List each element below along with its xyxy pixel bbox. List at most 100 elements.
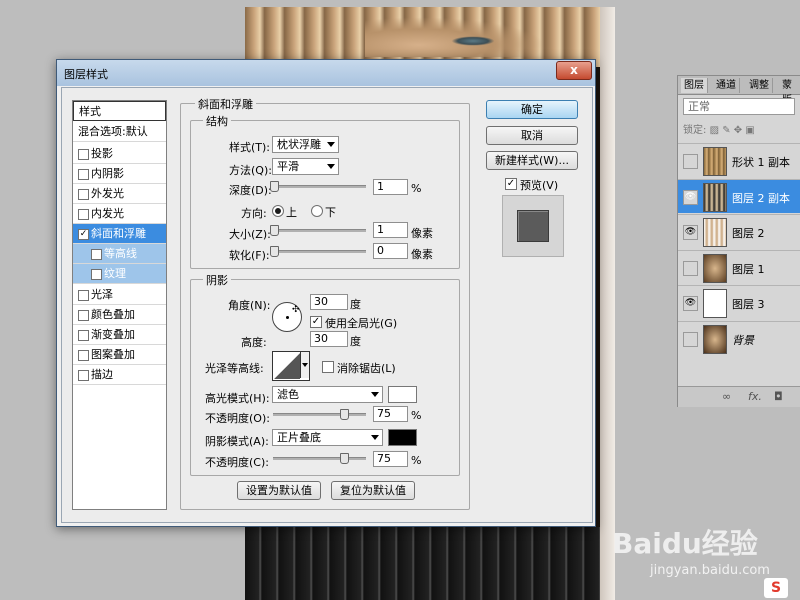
style-item-bevel-emboss[interactable]: ✓ 斜面和浮雕 [73,224,166,244]
checkbox[interactable] [91,269,102,280]
size-slider-track[interactable] [273,229,366,232]
close-button[interactable]: x [556,61,592,80]
highlight-color-swatch[interactable] [388,386,417,403]
style-item-pattern-overlay[interactable]: 图案叠加 [73,345,166,365]
altitude-input[interactable]: 30 [310,331,348,347]
size-slider-thumb[interactable] [270,225,279,236]
tab-layers[interactable]: 图层 [681,78,708,93]
style-item-color-overlay[interactable]: 颜色叠加 [73,305,166,325]
style-item-inner-shadow[interactable]: 内阴影 [73,164,166,184]
technique-select[interactable]: 平滑 [272,158,339,175]
shadow-opacity-input[interactable]: 75 [373,451,408,467]
cancel-button[interactable]: 取消 [486,126,578,145]
checkbox[interactable] [78,169,89,180]
highlight-opacity-track[interactable] [273,413,366,416]
preview-checkbox[interactable]: ✓ [505,178,517,190]
angle-dial[interactable]: ✣ [272,302,302,332]
visibility-toggle[interactable] [683,261,698,276]
eye-icon[interactable]: 👁 [683,296,698,311]
gloss-contour-picker[interactable] [272,351,310,381]
checkbox[interactable] [78,370,89,381]
checkbox[interactable] [78,330,89,341]
gloss-contour-label: 光泽等高线: [205,362,264,375]
layer-row[interactable]: 形状 1 副本 [678,143,800,177]
layer-blend-mode-select[interactable]: 正常 [683,98,795,115]
brush-icon[interactable]: ✎ [722,125,730,136]
global-light-checkbox[interactable]: ✓ [310,316,322,328]
antialias-checkbox[interactable] [322,361,334,373]
visibility-toggle[interactable] [683,154,698,169]
move-icon[interactable]: ✥ [734,125,742,136]
new-style-button[interactable]: 新建样式(W)... [486,151,578,170]
style-item-contour[interactable]: 等高线 [73,244,166,264]
direction-up-radio[interactable] [272,205,284,217]
dialog-title: 图层样式 [64,68,108,81]
tab-adjustments[interactable]: 调整 [746,78,773,93]
mask-icon[interactable]: ◘ [774,390,783,403]
size-label: 大小(Z): [229,228,271,241]
blend-options-item[interactable]: 混合选项:默认 [73,122,166,142]
layer-row[interactable]: 👁 图层 2 [678,214,800,248]
styles-list: 样式 混合选项:默认 投影 内阴影 外发光 内发光 ✓ 斜面和浮雕 等高线 纹理 … [72,100,167,510]
style-item-drop-shadow[interactable]: 投影 [73,144,166,164]
tab-masks[interactable]: 蒙版 [779,78,800,106]
altitude-label: 高度: [241,336,267,349]
fx-icon[interactable]: fx. [748,390,762,403]
highlight-mode-select[interactable]: 滤色 [272,386,383,403]
depth-slider-thumb[interactable] [270,181,279,192]
eye-icon[interactable]: 👁 [683,225,698,240]
layer-row[interactable]: 👁 图层 3 [678,285,800,319]
style-item-stroke[interactable]: 描边 [73,365,166,385]
layer-row[interactable]: 背景 [678,321,800,355]
soften-slider-thumb[interactable] [270,246,279,257]
highlight-opacity-input[interactable]: 75 [373,406,408,422]
style-item-satin[interactable]: 光泽 [73,285,166,305]
layers-panel: 图层 通道 调整 蒙版 正常 锁定: ▨ ✎ ✥ ▣ 形状 1 副本 👁 图层 2… [677,75,800,407]
depth-input[interactable]: 1 [373,179,408,195]
checkbox[interactable] [78,290,89,301]
shadow-opacity-thumb[interactable] [340,453,349,464]
shadow-opacity-track[interactable] [273,457,366,460]
shadow-color-swatch[interactable] [388,429,417,446]
reset-default-button[interactable]: 复位为默认值 [331,481,415,500]
layer-name: 图层 2 [732,227,765,240]
style-item-inner-glow[interactable]: 内发光 [73,204,166,224]
layer-row[interactable]: 👁 图层 2 副本 [678,179,800,213]
dialog-titlebar[interactable]: 图层样式 x [57,60,595,86]
depth-slider-track[interactable] [273,185,366,188]
checkbox[interactable] [78,149,89,160]
layer-row[interactable]: 图层 1 [678,250,800,284]
lock-icon[interactable]: ▣ [745,125,754,136]
styles-header[interactable]: 样式 [73,101,166,121]
soften-unit: 像素 [411,248,433,261]
style-item-outer-glow[interactable]: 外发光 [73,184,166,204]
chevron-down-icon [327,164,335,169]
checkbox[interactable] [78,189,89,200]
canvas-bottom-strips [245,527,615,600]
tab-channels[interactable]: 通道 [713,78,740,93]
checkbox[interactable]: ✓ [78,229,89,240]
checkbox[interactable] [78,350,89,361]
style-item-texture[interactable]: 纹理 [73,264,166,284]
link-icon[interactable]: ∞ [722,390,731,403]
checkbox[interactable] [78,209,89,220]
checkbox[interactable] [78,310,89,321]
direction-down-radio[interactable] [311,205,323,217]
angle-input[interactable]: 30 [310,294,348,310]
chevron-down-icon [371,392,379,397]
ok-button[interactable]: 确定 [486,100,578,119]
eye-icon[interactable]: 👁 [683,190,698,205]
soften-slider-track[interactable] [273,250,366,253]
layer-thumbnail [703,147,727,176]
visibility-toggle[interactable] [683,332,698,347]
soften-input[interactable]: 0 [373,243,408,259]
highlight-opacity-thumb[interactable] [340,409,349,420]
style-select[interactable]: 枕状浮雕 [272,136,339,153]
set-default-button[interactable]: 设置为默认值 [237,481,321,500]
layer-thumbnail [703,325,727,354]
shadow-mode-select[interactable]: 正片叠底 [272,429,383,446]
lock-transparency-icon[interactable]: ▨ [710,125,719,136]
size-input[interactable]: 1 [373,222,408,238]
checkbox[interactable] [91,249,102,260]
style-item-gradient-overlay[interactable]: 渐变叠加 [73,325,166,345]
